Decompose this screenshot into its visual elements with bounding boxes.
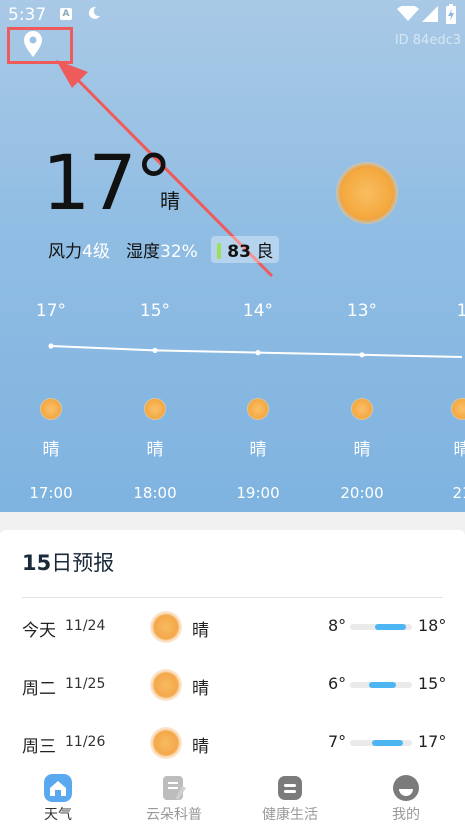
tab-cloud-science[interactable]: 云朵科普 [116, 770, 232, 826]
forecast-date: 11/26 [65, 734, 106, 750]
hourly-temp: 15° [139, 301, 171, 321]
tab-label: 我的 [392, 807, 420, 823]
forecast-date: 11/24 [65, 618, 106, 634]
temp-point [359, 352, 365, 358]
forecast-high: 17° [418, 732, 447, 751]
hourly-condition: 晴 [42, 440, 60, 460]
temp-range-track [350, 624, 412, 630]
annotation-highlight-box [7, 27, 73, 64]
tab-label: 健康生活 [262, 807, 318, 823]
temp-range-track [350, 740, 412, 746]
temp-point [152, 347, 158, 353]
wind-label: 风力 [48, 242, 82, 262]
health-icon [278, 776, 302, 800]
temp-point [255, 350, 261, 356]
sun-icon [247, 398, 269, 420]
tab-healthy-living[interactable]: 健康生活 [232, 770, 348, 826]
forecast-row[interactable]: 周二 11/25 晴 6° 15° [0, 666, 465, 706]
forecast-title: 15日预报 [22, 551, 115, 575]
tab-mine[interactable]: 我的 [348, 770, 464, 826]
forecast-row[interactable]: 周三 11/26 晴 7° 17° [0, 724, 465, 764]
forecast-condition: 晴 [192, 679, 209, 699]
hourly-temp: 17° [35, 301, 67, 321]
tab-label: 天气 [44, 807, 72, 823]
forecast-high: 18° [418, 616, 447, 635]
sun-icon [144, 398, 166, 420]
hourly-temp: 1 [456, 301, 465, 321]
tab-label: 云朵科普 [146, 807, 202, 823]
hourly-condition: 晴 [453, 440, 465, 460]
humidity-value: 32% [160, 242, 198, 262]
hourly-time: 19:00 [236, 484, 280, 502]
temp-range-track [350, 682, 412, 688]
sun-icon [40, 398, 62, 420]
forecast-condition: 晴 [192, 737, 209, 757]
weather-hero: 5:37 A ID 84edc3 17° 晴 风力4级 湿度32% 83 良 1… [0, 0, 465, 512]
hourly-time: 17:00 [29, 484, 73, 502]
forecast-date: 11/25 [65, 676, 106, 692]
device-id: ID 84edc3 [394, 33, 461, 48]
current-temperature: 17° [42, 138, 173, 227]
aqi-value: 83 [227, 242, 251, 262]
sun-icon [351, 398, 373, 420]
hourly-condition: 晴 [146, 440, 164, 460]
temp-range-fill [374, 624, 406, 630]
current-stats: 风力4级 湿度32% 83 良 [48, 236, 280, 263]
current-condition: 晴 [160, 189, 180, 213]
forecast-row[interactable]: 今天 11/24 晴 8° 18° [0, 608, 465, 648]
sun-icon [336, 162, 398, 224]
forecast-high: 15° [418, 674, 447, 693]
hourly-time: 18:00 [133, 484, 177, 502]
aqi-bar-icon [217, 243, 222, 259]
signal-icon [422, 6, 438, 22]
status-bar: 5:37 A [0, 0, 465, 30]
status-time: 5:37 [8, 5, 47, 25]
home-icon [44, 774, 72, 802]
profile-icon [393, 775, 419, 801]
hourly-temp: 13° [346, 301, 378, 321]
aqi-label: 良 [256, 242, 274, 262]
temp-range-fill [371, 740, 403, 746]
wind-value: 4级 [82, 242, 110, 262]
temp-range-fill [368, 682, 397, 688]
moon-icon [88, 6, 100, 19]
forecast-day: 今天 [22, 621, 56, 641]
hourly-condition: 晴 [249, 440, 267, 460]
forecast-day: 周二 [22, 679, 56, 699]
tab-weather[interactable]: 天气 [0, 770, 116, 826]
bottom-tab-bar: 天气 云朵科普 健康生活 我的 [0, 770, 465, 826]
forecast-day: 周三 [22, 737, 56, 757]
humidity-label: 湿度 [126, 242, 161, 262]
temp-point [48, 343, 54, 349]
hourly-time: 20:00 [340, 484, 384, 502]
book-icon [163, 776, 186, 800]
aqi-badge[interactable]: 83 良 [211, 236, 280, 263]
battery-icon [446, 4, 456, 24]
notification-icon: A [60, 8, 72, 20]
forecast-low: 8° [328, 616, 347, 635]
hourly-temp: 14° [242, 301, 274, 321]
forecast-condition: 晴 [192, 621, 209, 641]
sun-icon [150, 727, 182, 759]
forecast-low: 6° [328, 674, 347, 693]
hourly-temp-line [48, 343, 463, 358]
forecast-low: 7° [328, 732, 347, 751]
sun-icon [451, 398, 465, 420]
sun-icon [150, 669, 182, 701]
sun-icon [150, 611, 182, 643]
hourly-condition: 晴 [353, 440, 371, 460]
divider [22, 597, 443, 598]
wifi-icon [397, 6, 419, 21]
hourly-time: 21 [452, 484, 465, 502]
